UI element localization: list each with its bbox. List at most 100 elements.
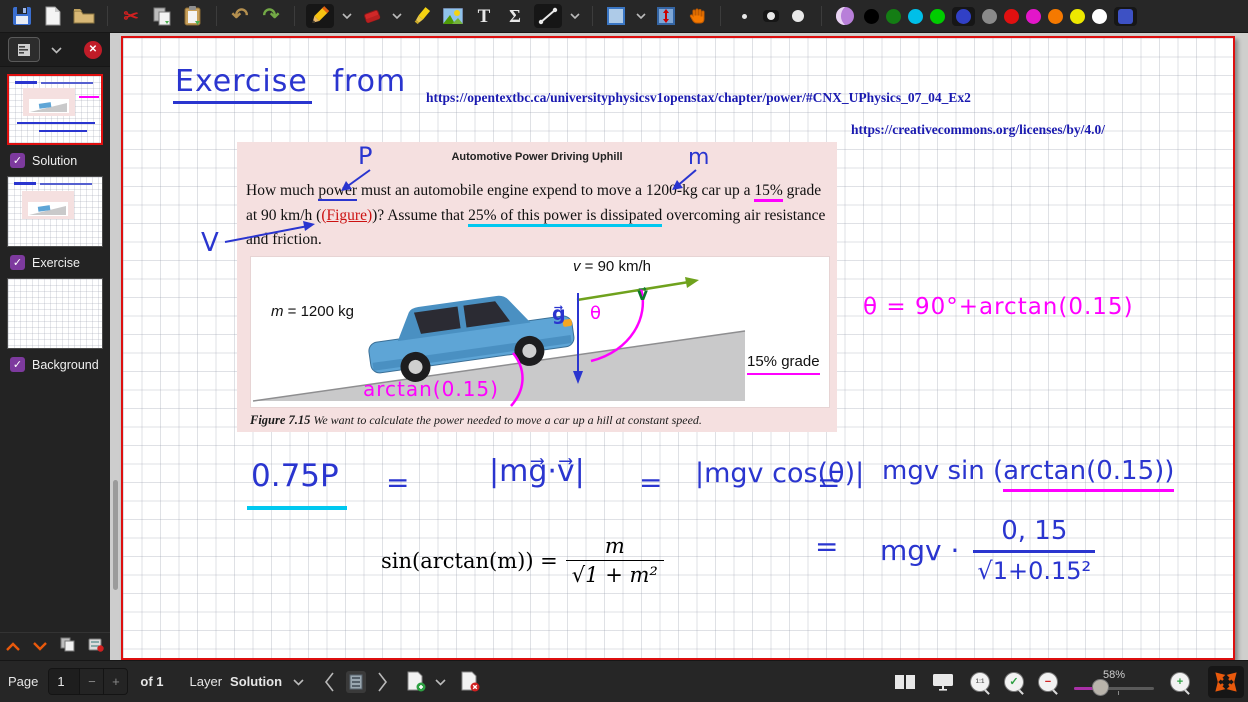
document-page[interactable]: Exercise from https://opentextbc.ca/univ… xyxy=(121,36,1235,660)
presentation-mode-icon[interactable] xyxy=(932,673,954,691)
canvas-area: Exercise from https://opentextbc.ca/univ… xyxy=(121,33,1248,660)
sidebar-close-button[interactable]: ✕ xyxy=(84,41,102,59)
eraser-icon[interactable] xyxy=(360,4,384,28)
license-url[interactable]: https://creativecommons.org/licenses/by/… xyxy=(851,122,1105,138)
eq-lhs: 0.75P xyxy=(251,458,339,494)
color-swatch-orange[interactable] xyxy=(1048,9,1063,24)
custom-color-button[interactable] xyxy=(1114,7,1137,26)
copy-layer-icon[interactable] xyxy=(60,637,75,657)
pen-options-chevron-icon[interactable] xyxy=(341,10,353,22)
copy-icon[interactable] xyxy=(150,4,174,28)
vertical-space-icon[interactable] xyxy=(654,4,678,28)
underlined-15pct: 15% xyxy=(754,182,782,202)
figure-caption: Figure 7.15 We want to calculate the pow… xyxy=(250,413,830,428)
hand-tool-icon[interactable] xyxy=(685,4,709,28)
cut-icon[interactable]: ✂ xyxy=(119,4,143,28)
dual-page-view-icon[interactable] xyxy=(894,674,916,690)
delete-page-icon[interactable] xyxy=(460,671,480,693)
equals-sign: = xyxy=(639,466,662,499)
math-tex-icon[interactable]: Σ xyxy=(503,4,527,28)
color-swatch-yellow[interactable] xyxy=(1070,9,1085,24)
add-page-chevron-icon[interactable] xyxy=(434,676,446,688)
text-tool-icon[interactable]: T xyxy=(472,4,496,28)
color-swatch-green[interactable] xyxy=(930,9,945,24)
page-increment-button[interactable]: + xyxy=(103,669,127,694)
paste-icon[interactable] xyxy=(181,4,205,28)
color-swatch-gray[interactable] xyxy=(982,9,997,24)
undo-icon[interactable]: ↶ xyxy=(228,4,252,28)
fullscreen-icon xyxy=(1215,672,1237,692)
page-count-label: of 1 xyxy=(140,674,163,689)
sidebar-scrollbar[interactable] xyxy=(110,33,121,660)
delete-layer-icon[interactable] xyxy=(88,637,104,657)
eq2: mgv · 0, 15 √1+0.15² xyxy=(880,516,1095,585)
scrollbar-thumb[interactable] xyxy=(113,480,118,590)
thumb-decor xyxy=(22,191,74,219)
g-vector-label: g⃗ xyxy=(552,303,567,325)
redo-icon[interactable]: ↷ xyxy=(259,4,283,28)
layer-row-solution: ✓ Solution xyxy=(10,153,110,168)
underlined-power: power xyxy=(318,182,357,201)
color-swatch-cyan[interactable] xyxy=(908,9,923,24)
layer-checkbox-background[interactable]: ✓ xyxy=(10,357,25,372)
select-options-chevron-icon[interactable] xyxy=(635,10,647,22)
stroke-fine-icon[interactable] xyxy=(732,4,756,28)
thumb-decor xyxy=(41,82,93,84)
zoom-in-icon[interactable]: + xyxy=(1170,672,1190,692)
zoom-out-icon[interactable]: − xyxy=(1038,672,1058,692)
color-swatch-magenta[interactable] xyxy=(1026,9,1041,24)
color-swatch-black[interactable] xyxy=(864,9,879,24)
add-page-icon[interactable] xyxy=(406,671,426,693)
save-icon[interactable] xyxy=(10,4,34,28)
sidebar-header: ✕ xyxy=(0,33,110,67)
shape-tool-button[interactable] xyxy=(534,4,562,28)
layer-checkbox-exercise[interactable]: ✓ xyxy=(10,255,25,270)
page-decrement-button[interactable]: − xyxy=(79,669,103,694)
page-number-input[interactable]: 1 xyxy=(49,669,79,694)
layer-preview-exercise[interactable] xyxy=(7,176,103,247)
theta-equation: θ = 90°+arctan(0.15) xyxy=(863,294,1134,320)
open-folder-icon[interactable] xyxy=(72,4,96,28)
layer-select-value[interactable]: Solution xyxy=(230,674,282,689)
highlighter-icon[interactable] xyxy=(410,4,434,28)
layer-sidebar: ✕ ✓ Solution ✓ Exercise ✓ Background xyxy=(0,33,110,660)
layer-preview-background[interactable] xyxy=(7,278,103,349)
shape-options-chevron-icon[interactable] xyxy=(569,10,581,22)
layer-checkbox-solution[interactable]: ✓ xyxy=(10,153,25,168)
sidebar-footer xyxy=(0,632,110,660)
source-url[interactable]: https://opentextbc.ca/universityphysicsv… xyxy=(426,90,971,106)
page-label: Page xyxy=(8,674,38,689)
sidebar-mode-button[interactable] xyxy=(8,37,40,62)
color-swatch-white[interactable] xyxy=(1092,9,1107,24)
color-wheel-icon[interactable] xyxy=(833,4,857,28)
layer-select-chevron-icon[interactable] xyxy=(292,676,304,688)
zoom-fit-icon[interactable]: ✓ xyxy=(1004,672,1024,692)
layer-up-icon[interactable] xyxy=(6,638,20,656)
zoom-original-icon[interactable]: 1:1 xyxy=(970,672,990,692)
zoom-slider[interactable] xyxy=(1074,681,1154,695)
new-document-icon[interactable] xyxy=(41,4,65,28)
annotation-m: m xyxy=(688,145,710,170)
eraser-options-chevron-icon[interactable] xyxy=(391,10,403,22)
color-swatch-blue-selected[interactable] xyxy=(952,7,975,26)
theta-label: θ xyxy=(590,303,602,324)
color-swatch-red[interactable] xyxy=(1004,9,1019,24)
pen-tool-button[interactable] xyxy=(306,4,334,28)
rect-select-icon[interactable] xyxy=(604,4,628,28)
image-tool-icon[interactable] xyxy=(441,4,465,28)
layer-label: Solution xyxy=(32,154,77,168)
layer-stack-icon[interactable] xyxy=(346,671,366,693)
figure-link[interactable]: (Figure) xyxy=(321,207,372,224)
next-layer-icon[interactable] xyxy=(378,672,388,692)
stroke-medium-button[interactable] xyxy=(763,10,779,22)
fullscreen-button[interactable] xyxy=(1208,666,1244,698)
stroke-thick-icon[interactable] xyxy=(786,4,810,28)
prev-layer-icon[interactable] xyxy=(324,672,334,692)
zoom-slider-thumb[interactable] xyxy=(1092,679,1109,696)
color-swatch-darkgreen[interactable] xyxy=(886,9,901,24)
layer-preview-solution[interactable] xyxy=(7,74,103,145)
thumb-decor xyxy=(39,130,87,132)
sidebar-mode-chevron-icon[interactable] xyxy=(50,44,62,56)
layer-down-icon[interactable] xyxy=(33,638,47,656)
equals-sign: = xyxy=(817,466,840,499)
